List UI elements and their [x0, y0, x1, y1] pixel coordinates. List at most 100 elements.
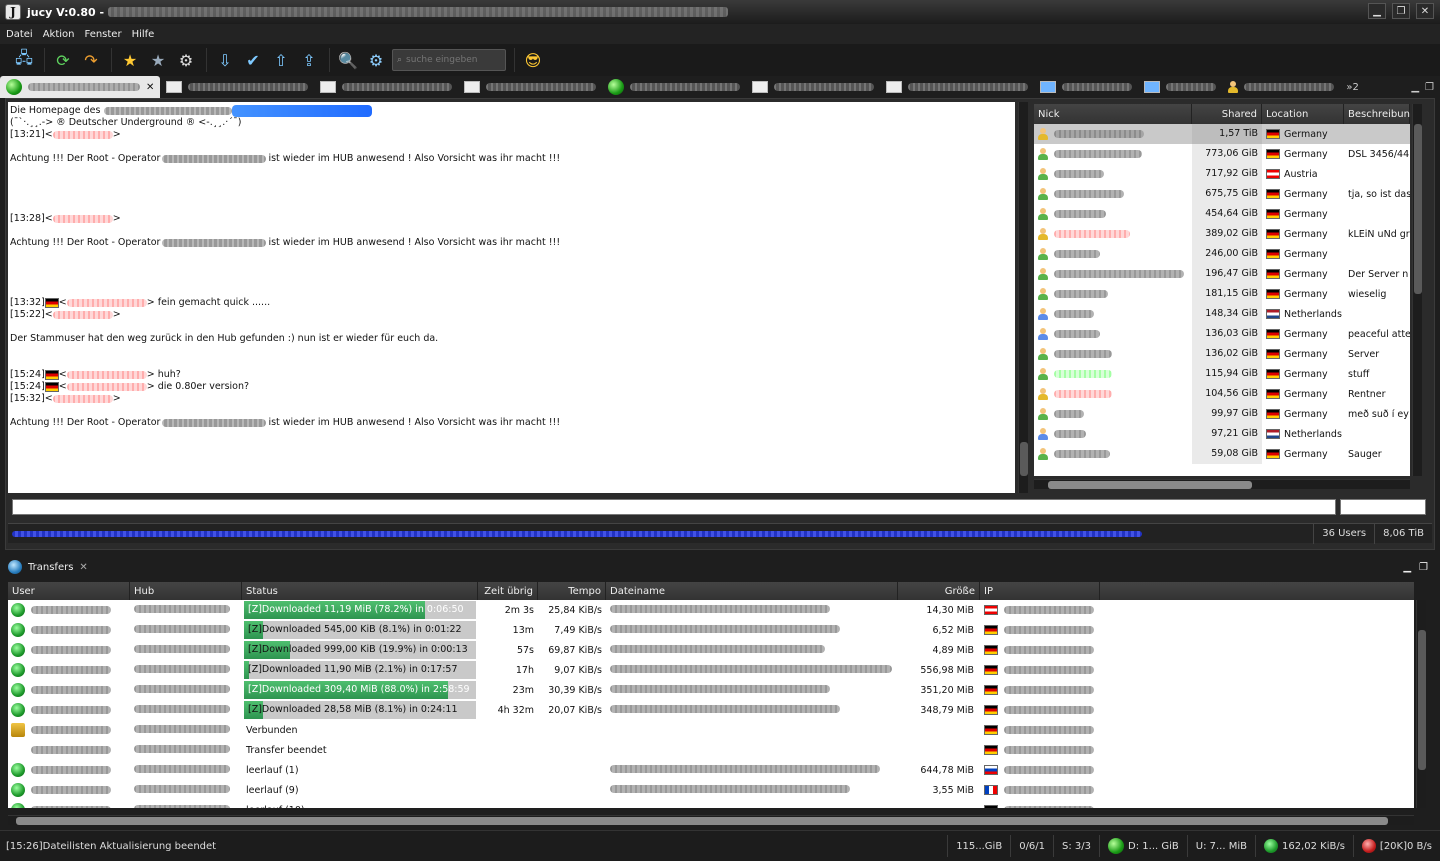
userlist-row[interactable]: 136,02 GiB Germany Server [1034, 344, 1410, 364]
user-list[interactable]: Nick Shared Location Beschreibung 1,57 T… [1034, 104, 1410, 476]
col-description[interactable]: Beschreibung [1344, 104, 1410, 124]
settings-gear-icon[interactable]: ⚙ [174, 48, 198, 72]
userlist-hscroll[interactable] [1034, 479, 1410, 489]
reconnect-icon[interactable]: ⟳ [51, 48, 75, 72]
close-tab-icon[interactable]: ✕ [146, 82, 154, 93]
transfer-row[interactable]: Transfer beendet [8, 740, 1414, 760]
pane-maximize-icon[interactable]: ❐ [1419, 562, 1428, 573]
chat-filter-input[interactable] [1340, 499, 1426, 515]
user-location-cell: Germany [1262, 449, 1344, 460]
search-input[interactable] [406, 55, 497, 65]
userlist-row[interactable]: 773,06 GiB Germany DSL 3456/44 [1034, 144, 1410, 164]
userlist-hscroll-thumb[interactable] [1048, 481, 1252, 489]
col-ip[interactable]: IP [980, 582, 1100, 600]
userlist-row[interactable]: 59,08 GiB Germany Sauger [1034, 444, 1410, 464]
chat-scrollbar[interactable] [1018, 102, 1028, 493]
finished-uploads-icon[interactable]: ⇪ [297, 48, 321, 72]
redacted [1054, 210, 1106, 218]
pane-minimize-icon[interactable]: ▁ [1411, 82, 1419, 93]
favorite-users-icon[interactable]: ★ [146, 48, 170, 72]
userlist-row[interactable]: 181,15 GiB Germany wieselig [1034, 284, 1410, 304]
col-tempo[interactable]: Tempo [538, 582, 606, 600]
transfers-vscroll[interactable] [1416, 600, 1426, 808]
col-nick[interactable]: Nick [1034, 104, 1192, 124]
tab-pm-3[interactable] [458, 76, 602, 98]
transfer-filename-cell [606, 764, 898, 776]
connect-icon[interactable]: 🖧 [12, 48, 36, 72]
transfer-row[interactable]: [Z]Downloaded 999,00 KiB (19.9%) in 0:00… [8, 640, 1414, 660]
col-user[interactable]: User [8, 582, 130, 600]
menu-aktion[interactable]: Aktion [43, 29, 75, 40]
chat-log[interactable]: Die Homepage des (¯`·.¸¸.-> ® Deutscher … [8, 102, 1015, 493]
download-queue-icon[interactable]: ⇩ [213, 48, 237, 72]
menu-fenster[interactable]: Fenster [84, 29, 121, 40]
close-button[interactable]: ✕ [1416, 3, 1434, 19]
chat-scroll-thumb[interactable] [1020, 442, 1028, 476]
tab-folder-1[interactable] [1034, 76, 1138, 98]
minimize-button[interactable]: ▁ [1368, 3, 1386, 19]
tabs-overflow-button[interactable]: »2 [1340, 76, 1364, 98]
transfer-row[interactable]: leerlauf (1) 644,78 MiB [8, 760, 1414, 780]
tab-filelist-1[interactable] [880, 76, 1034, 98]
chat-message-input[interactable] [12, 499, 1336, 515]
search-icon[interactable]: 🔍 [336, 48, 360, 72]
userlist-row[interactable]: 1,57 TiB Germany [1034, 124, 1410, 144]
finished-downloads-icon[interactable]: ✔ [241, 48, 265, 72]
transfers-hscroll[interactable] [8, 815, 1414, 825]
userlist-row[interactable]: 99,97 GiB Germany með suð í ey [1034, 404, 1410, 424]
transfer-row[interactable]: [Z]Downloaded 28,58 MiB (8.1%) in 0:24:1… [8, 700, 1414, 720]
tab-pm-1[interactable] [160, 76, 314, 98]
col-dateiname[interactable]: Dateiname [606, 582, 898, 600]
tab-hub-2[interactable] [602, 76, 746, 98]
transfer-row[interactable]: [Z]Downloaded 11,19 MiB (78.2%) in 0:06:… [8, 600, 1414, 620]
tab-user-1[interactable] [1222, 76, 1340, 98]
chat-text: > huh? [146, 369, 181, 380]
col-zeit[interactable]: Zeit übrig [478, 582, 538, 600]
menu-datei[interactable]: Datei [6, 29, 33, 40]
userlist-row[interactable]: 97,21 GiB Netherlands [1034, 424, 1410, 444]
userlist-row[interactable]: 675,75 GiB Germany tja, so ist das [1034, 184, 1410, 204]
tab-folder-2[interactable] [1138, 76, 1222, 98]
tab-pm-2[interactable] [314, 76, 458, 98]
adl-search-icon[interactable]: ⚙ [364, 48, 388, 72]
userlist-row[interactable]: 454,64 GiB Germany [1034, 204, 1410, 224]
pane-minimize-icon[interactable]: ▁ [1403, 562, 1411, 573]
search-field[interactable]: ⌕ [392, 49, 506, 71]
transfers-table[interactable]: User Hub Status Zeit übrig Tempo Dateina… [8, 582, 1414, 808]
pane-maximize-icon[interactable]: ❐ [1425, 82, 1434, 93]
menu-hilfe[interactable]: Hilfe [132, 29, 155, 40]
col-location[interactable]: Location [1262, 104, 1344, 124]
transfers-tab[interactable]: Transfers ✕ ▁ ❐ [0, 557, 1440, 577]
transfers-vscroll-thumb[interactable] [1418, 630, 1426, 770]
userlist-vscroll[interactable] [1412, 104, 1422, 476]
transfer-row[interactable]: [Z]Downloaded 11,90 MiB (2.1%) in 0:17:5… [8, 660, 1414, 680]
userlist-row[interactable]: 136,03 GiB Germany peaceful atte [1034, 324, 1410, 344]
tab-pm-4[interactable] [746, 76, 880, 98]
transfer-row[interactable]: [Z]Downloaded 545,00 KiB (8.1%) in 0:01:… [8, 620, 1414, 640]
userlist-row[interactable]: 246,00 GiB Germany [1034, 244, 1410, 264]
favorite-hubs-icon[interactable]: ★ [118, 48, 142, 72]
userlist-row[interactable]: 148,34 GiB Netherlands [1034, 304, 1410, 324]
away-smiley-icon[interactable]: 😎 [521, 48, 545, 72]
transfer-row[interactable]: Verbunden [8, 720, 1414, 740]
col-groesse[interactable]: Größe [898, 582, 980, 600]
col-hub[interactable]: Hub [130, 582, 242, 600]
close-transfers-icon[interactable]: ✕ [79, 562, 87, 573]
transfer-row[interactable]: leerlauf (10) [8, 800, 1414, 808]
userlist-row[interactable]: 717,92 GiB Austria [1034, 164, 1410, 184]
userlist-row[interactable]: 104,56 GiB Germany Rentner [1034, 384, 1410, 404]
userlist-row[interactable]: 389,02 GiB Germany kLEiN uNd gr [1034, 224, 1410, 244]
restore-button[interactable]: ❐ [1392, 3, 1410, 19]
transfer-row[interactable]: [Z]Downloaded 309,40 MiB (88.0%) in 2:58… [8, 680, 1414, 700]
tab-hub-active[interactable]: ✕ [0, 76, 161, 98]
userlist-vscroll-thumb[interactable] [1414, 124, 1422, 294]
userlist-row[interactable]: 196,47 GiB Germany Der Server n [1034, 264, 1410, 284]
upload-queue-icon[interactable]: ⇧ [269, 48, 293, 72]
userlist-row[interactable]: 115,94 GiB Germany stuff [1034, 364, 1410, 384]
follow-redirect-icon[interactable]: ↷ [79, 48, 103, 72]
col-shared[interactable]: Shared [1192, 104, 1262, 124]
flag-de-icon [984, 745, 998, 755]
col-status[interactable]: Status [242, 582, 478, 600]
transfers-hscroll-thumb[interactable] [16, 817, 1388, 825]
transfer-row[interactable]: leerlauf (9) 3,55 MiB [8, 780, 1414, 800]
